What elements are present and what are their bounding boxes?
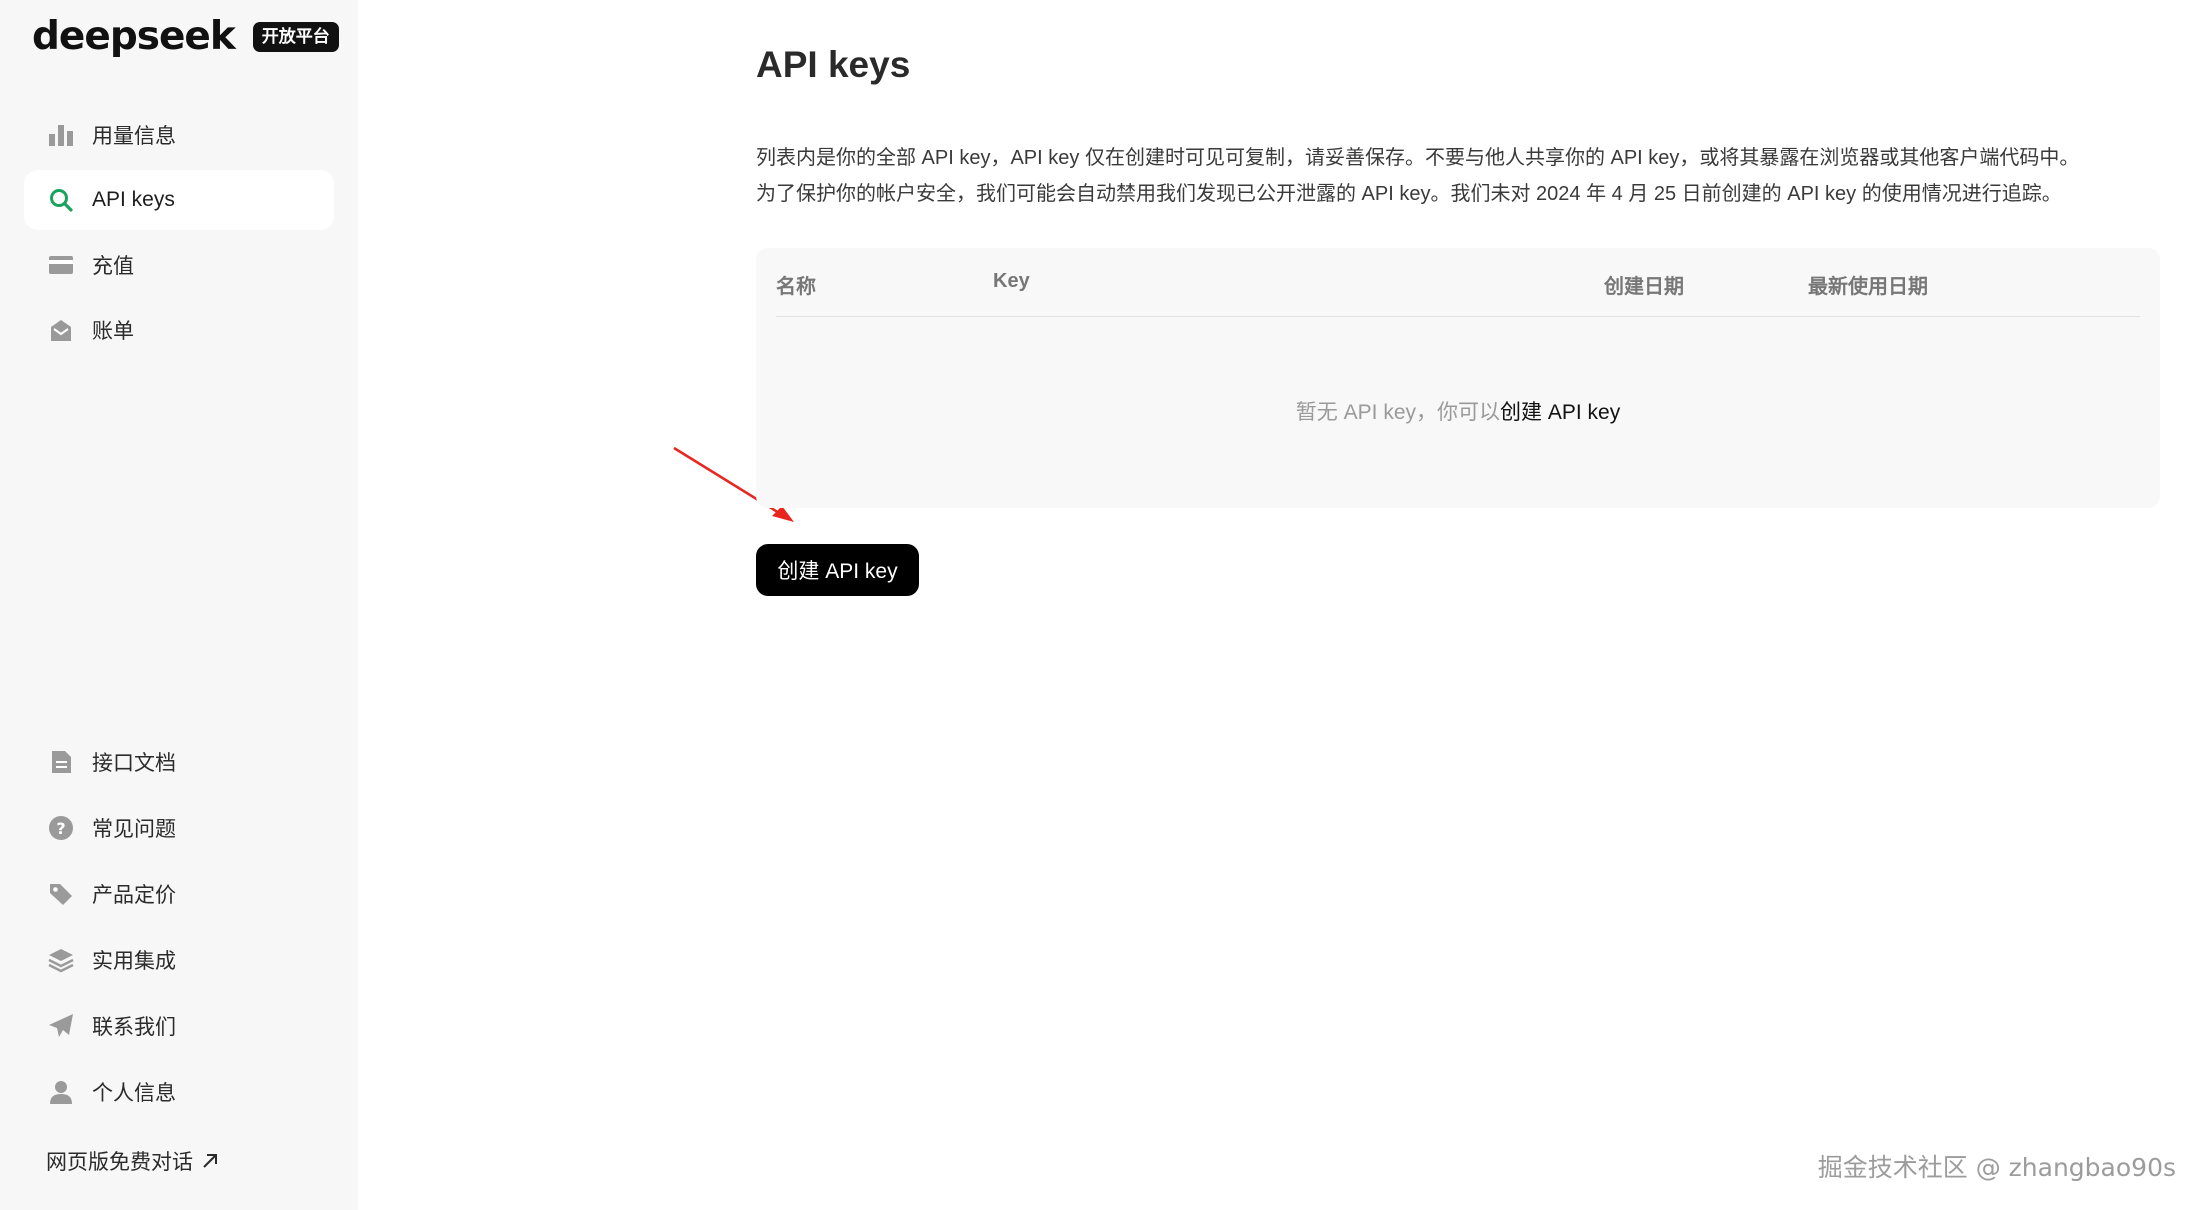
question-icon: ? bbox=[48, 815, 74, 841]
svg-text:?: ? bbox=[56, 819, 65, 838]
sidebar-item-usage[interactable]: 用量信息 bbox=[24, 105, 334, 165]
table-header-divider bbox=[776, 316, 2140, 317]
user-icon bbox=[48, 1079, 74, 1105]
empty-state-create-link[interactable]: 创建 API key bbox=[1500, 401, 1620, 424]
layers-icon bbox=[48, 947, 74, 973]
sidebar-item-label: 充值 bbox=[92, 255, 134, 278]
page-description: 列表内是你的全部 API key，API key 仅在创建时可见可复制，请妥善保… bbox=[756, 140, 2166, 212]
description-line: 列表内是你的全部 API key，API key 仅在创建时可见可复制，请妥善保… bbox=[756, 147, 2080, 169]
column-header-key: Key bbox=[993, 270, 1030, 292]
search-icon bbox=[48, 187, 74, 213]
sidebar-item-label: 账单 bbox=[92, 320, 134, 343]
sidebar-item-pricing[interactable]: 产品定价 bbox=[24, 864, 334, 924]
web-chat-link[interactable]: 网页版免费对话 bbox=[46, 1146, 219, 1176]
sidebar-item-label: 用量信息 bbox=[92, 125, 176, 148]
sidebar-item-label: 接口文档 bbox=[92, 752, 176, 775]
sidebar-item-billing[interactable]: 账单 bbox=[24, 300, 334, 360]
sidebar-item-contact[interactable]: 联系我们 bbox=[24, 996, 334, 1056]
create-api-key-button[interactable]: 创建 API key bbox=[756, 544, 919, 596]
sidebar-item-label: 联系我们 bbox=[92, 1016, 176, 1039]
sidebar-item-recharge[interactable]: 充值 bbox=[24, 235, 334, 295]
api-keys-table bbox=[756, 248, 2160, 508]
logo-wordmark: deepseek bbox=[32, 14, 236, 59]
column-header-last-used: 最新使用日期 bbox=[1808, 276, 1928, 298]
sidebar-item-label: 实用集成 bbox=[92, 950, 176, 973]
empty-state-text: 暂无 API key，你可以 bbox=[1295, 401, 1500, 424]
sidebar-item-label: 产品定价 bbox=[92, 884, 176, 907]
platform-badge: 开放平台 bbox=[252, 21, 339, 52]
external-link-icon bbox=[203, 1154, 217, 1168]
sidebar-item-label: API keys bbox=[92, 188, 175, 211]
credit-card-icon bbox=[48, 252, 74, 278]
tag-icon bbox=[48, 881, 74, 907]
sidebar-item-profile[interactable]: 个人信息 bbox=[24, 1062, 334, 1122]
app-root: deepseek 开放平台 用量信息 API keys 充值 账单 接口文档 ?… bbox=[0, 0, 2202, 1210]
watermark: 掘金技术社区 @ zhangbao90s bbox=[1817, 1153, 2176, 1182]
bar-chart-icon bbox=[48, 122, 74, 148]
web-chat-link-label: 网页版免费对话 bbox=[46, 1151, 193, 1174]
description-line: 为了保护你的帐户安全，我们可能会自动禁用我们发现已公开泄露的 API key。我… bbox=[756, 183, 2062, 205]
sidebar-item-label: 个人信息 bbox=[92, 1082, 176, 1105]
paper-plane-icon bbox=[48, 1013, 74, 1039]
sidebar-item-label: 常见问题 bbox=[92, 818, 176, 841]
column-header-name: 名称 bbox=[776, 276, 816, 298]
inbox-icon bbox=[48, 317, 74, 343]
document-icon bbox=[48, 749, 74, 775]
empty-state: 暂无 API key，你可以创建 API key bbox=[756, 396, 2160, 426]
sidebar-item-api-keys[interactable]: API keys bbox=[24, 170, 334, 230]
sidebar-item-integrations[interactable]: 实用集成 bbox=[24, 930, 334, 990]
sidebar-item-faq[interactable]: ? 常见问题 bbox=[24, 798, 334, 858]
sidebar: deepseek 开放平台 用量信息 API keys 充值 账单 接口文档 ?… bbox=[0, 0, 358, 1210]
sidebar-item-docs[interactable]: 接口文档 bbox=[24, 732, 334, 792]
page-title: API keys bbox=[756, 44, 911, 85]
logo[interactable]: deepseek 开放平台 bbox=[32, 14, 339, 59]
column-header-created: 创建日期 bbox=[1604, 276, 1684, 298]
